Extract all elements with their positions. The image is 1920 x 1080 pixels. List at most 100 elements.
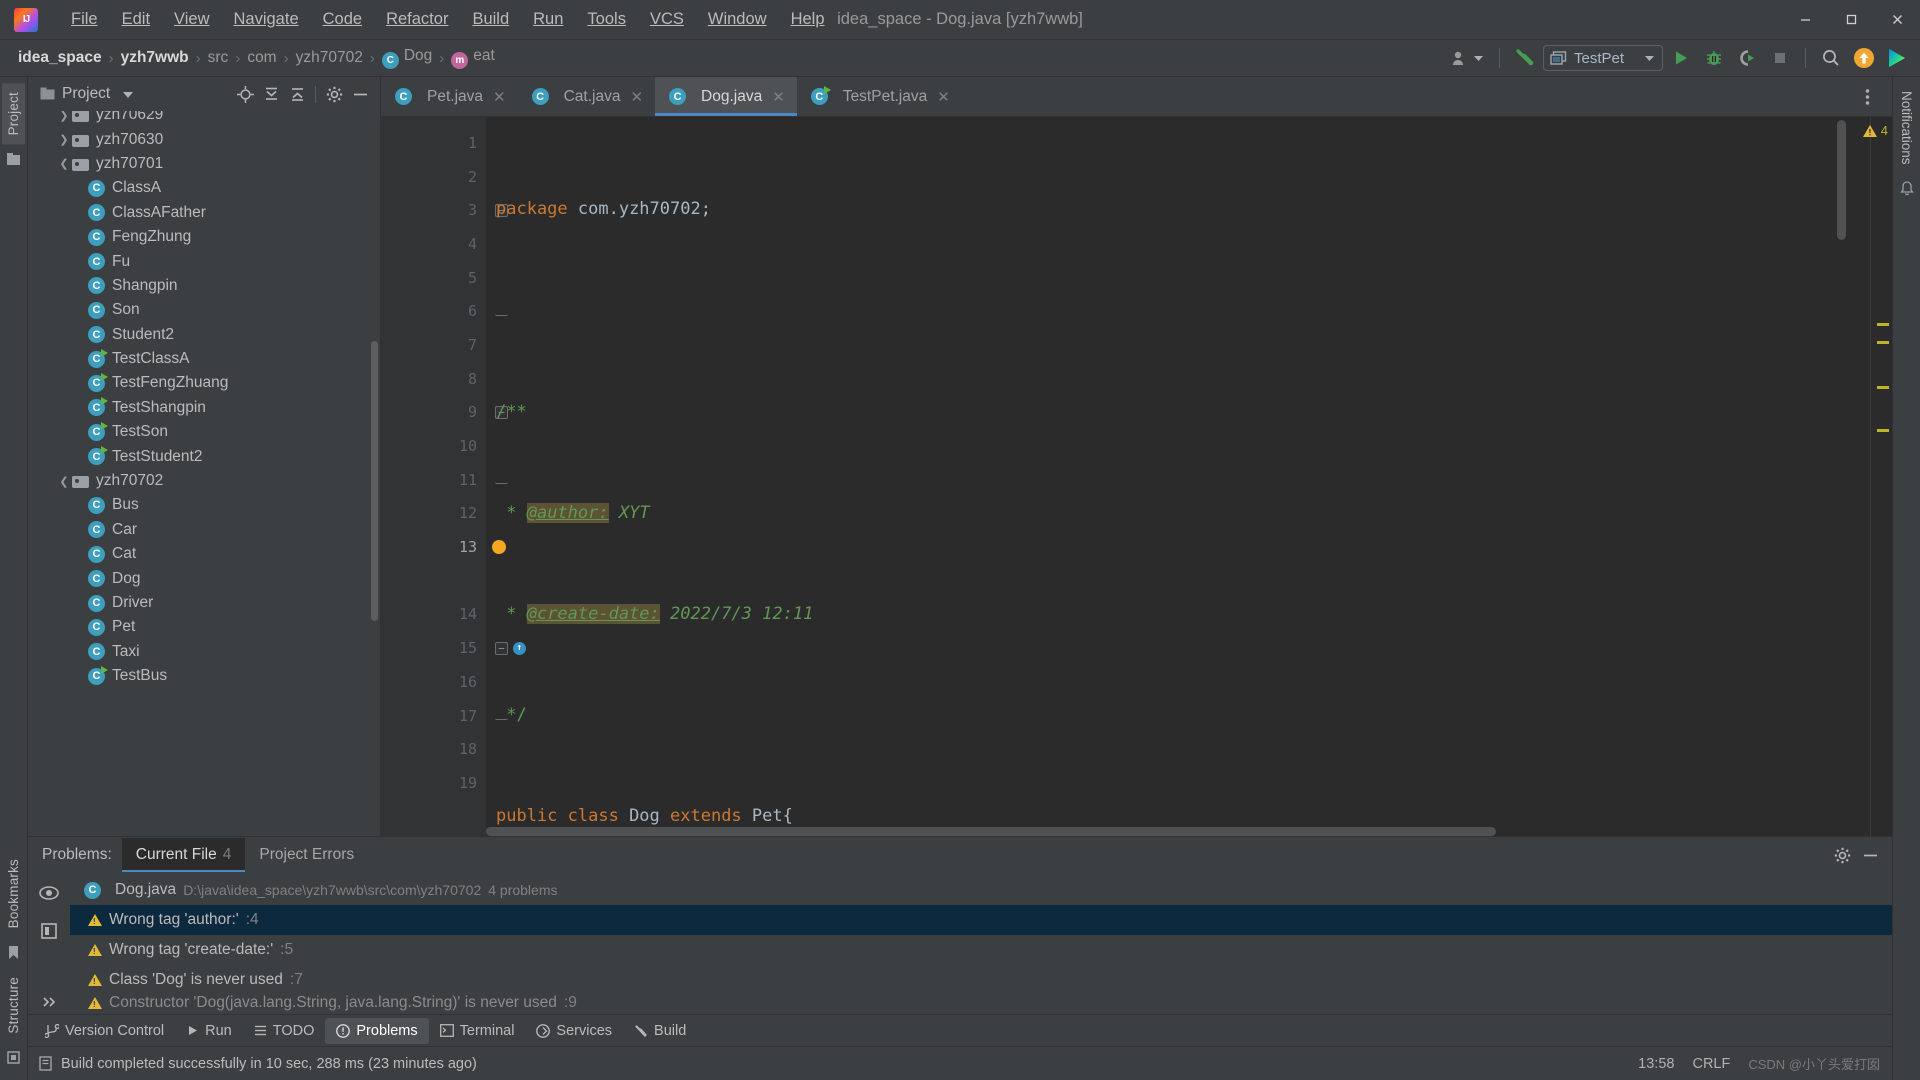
expand-icon[interactable] — [37, 990, 61, 1014]
breadcrumb-item-class[interactable]: C Dog — [378, 45, 436, 71]
code-text[interactable]: package com.yzh70702; /** * @author: XYT… — [486, 117, 1870, 836]
menu-navigate[interactable]: Navigate — [223, 5, 310, 34]
search-icon[interactable] — [1816, 44, 1846, 72]
hide-panel-icon[interactable] — [1858, 843, 1882, 867]
project-tree-scrollbar[interactable] — [371, 341, 378, 621]
settings-icon[interactable] — [322, 82, 346, 106]
chevron-right-icon[interactable]: ❯ — [56, 111, 72, 122]
tab-current-file[interactable]: Current File 4 — [121, 838, 246, 872]
breadcrumb-item-src[interactable]: src — [204, 47, 233, 69]
breadcrumb-item-method[interactable]: m eat — [447, 45, 499, 71]
close-button[interactable] — [1874, 0, 1920, 40]
hide-panel-icon[interactable] — [348, 82, 372, 106]
warning-stripe[interactable] — [1877, 429, 1889, 432]
problem-row[interactable]: Class 'Dog' is never used :7 — [70, 965, 1892, 995]
menu-vcs[interactable]: VCS — [639, 5, 695, 34]
problem-row[interactable]: Wrong tag 'author:' :4 — [70, 905, 1892, 935]
tree-node[interactable]: C TestClassA — [28, 347, 380, 371]
close-icon[interactable]: ✕ — [630, 88, 643, 106]
toolwindow-terminal[interactable]: Terminal — [429, 1018, 526, 1044]
tree-node[interactable]: C ClassA — [28, 176, 380, 200]
settings-icon[interactable] — [1830, 843, 1854, 867]
tree-node[interactable]: C Dog — [28, 566, 380, 590]
inspection-strip[interactable]: 4 — [1862, 117, 1892, 836]
tree-node[interactable]: C Son — [28, 298, 380, 322]
tab-dog-java[interactable]: C Dog.java ✕ — [655, 77, 797, 116]
minimize-button[interactable] — [1782, 0, 1828, 40]
problem-row[interactable]: Wrong tag 'create-date:' :5 — [70, 935, 1892, 965]
locate-icon[interactable] — [233, 82, 257, 106]
sidebar-item-notifications[interactable]: Notifications — [1896, 83, 1917, 173]
open-editor-icon[interactable] — [37, 919, 61, 943]
sidebar-item-bookmarks[interactable]: Bookmarks — [2, 850, 25, 937]
tree-node[interactable]: C TestStudent2 — [28, 444, 380, 468]
preview-icon[interactable] — [37, 881, 61, 905]
warning-stripe[interactable] — [1877, 386, 1889, 389]
more-options-icon[interactable] — [1852, 83, 1882, 111]
tree-node[interactable]: C TestBus — [28, 664, 380, 688]
tree-node[interactable]: C ClassAFather — [28, 201, 380, 225]
chevron-down-icon[interactable]: ❮ — [56, 157, 72, 170]
run-coverage-icon[interactable] — [1732, 44, 1762, 72]
tab-pet-java[interactable]: C Pet.java ✕ — [381, 77, 518, 116]
tree-node[interactable]: C Student2 — [28, 323, 380, 347]
menu-file[interactable]: File — [60, 5, 109, 34]
menu-window[interactable]: Window — [697, 5, 778, 34]
menu-build[interactable]: Build — [461, 5, 520, 34]
hammer-icon[interactable] — [1510, 44, 1540, 72]
tree-node[interactable]: C Shangpin — [28, 274, 380, 298]
sidebar-item-project[interactable]: Project — [2, 83, 25, 145]
breadcrumb-item-project[interactable]: idea_space — [14, 47, 106, 69]
tree-node[interactable]: ❯ yzh70630 — [28, 127, 380, 151]
tree-node[interactable]: C Pet — [28, 615, 380, 639]
breadcrumb-item-package[interactable]: yzh70702 — [292, 47, 367, 69]
tree-node[interactable]: C Cat — [28, 542, 380, 566]
tree-node[interactable]: ❯ yzh70629 — [28, 111, 380, 127]
chevron-down-icon[interactable] — [123, 91, 134, 98]
editor-horizontal-scrollbar[interactable] — [486, 827, 1496, 836]
status-line-separator[interactable]: CRLF — [1692, 1056, 1730, 1072]
toolwindow-problems[interactable]: Problems — [325, 1017, 429, 1044]
menu-run[interactable]: Run — [522, 5, 574, 34]
status-log-icon[interactable] — [38, 1056, 53, 1071]
toolwindow-build[interactable]: Build — [623, 1018, 697, 1044]
problems-file-row[interactable]: C Dog.java D:\java\idea_space\yzh7wwb\sr… — [70, 875, 1892, 905]
tree-node[interactable]: C Driver — [28, 591, 380, 615]
warning-stripe[interactable] — [1877, 341, 1889, 344]
breadcrumb-item-com[interactable]: com — [243, 47, 280, 69]
editor-vertical-scrollbar[interactable] — [1837, 120, 1846, 240]
expand-all-icon[interactable] — [259, 82, 283, 106]
tab-cat-java[interactable]: C Cat.java ✕ — [518, 77, 655, 116]
close-icon[interactable]: ✕ — [937, 88, 950, 106]
close-icon[interactable]: ✕ — [493, 88, 506, 106]
tree-node[interactable]: ❮ yzh70702 — [28, 469, 380, 493]
account-icon[interactable] — [1446, 44, 1489, 72]
menu-help[interactable]: Help — [780, 5, 836, 34]
maximize-button[interactable] — [1828, 0, 1874, 40]
chevron-down-icon[interactable]: ❮ — [56, 475, 72, 488]
menu-edit[interactable]: Edit — [111, 5, 161, 34]
toolwindow-services[interactable]: Services — [525, 1018, 623, 1044]
menu-refactor[interactable]: Refactor — [375, 5, 459, 34]
menu-tools[interactable]: Tools — [576, 5, 637, 34]
tree-node[interactable]: C TestFengZhuang — [28, 371, 380, 395]
tab-project-errors[interactable]: Project Errors — [245, 838, 368, 872]
problem-row[interactable]: Constructor 'Dog(java.lang.String, java.… — [70, 995, 1892, 1011]
tree-node[interactable]: C TestSon — [28, 420, 380, 444]
close-icon[interactable]: ✕ — [772, 88, 785, 106]
collapse-all-icon[interactable] — [285, 82, 309, 106]
menu-code[interactable]: Code — [312, 5, 373, 34]
project-tree[interactable]: ❯ yzh70629 ❯ yzh70630 ❮ yzh70701 C Class… — [28, 111, 380, 836]
sidebar-item-structure[interactable]: Structure — [2, 968, 25, 1043]
stop-icon[interactable] — [1765, 44, 1795, 72]
tree-node[interactable]: C Fu — [28, 249, 380, 273]
code-editor[interactable]: 1 2 3− 4 5 6 7 8 9− 10 11 12 13 14 15 ↑ … — [381, 117, 1892, 836]
editor-gutter[interactable]: 1 2 3− 4 5 6 7 8 9− 10 11 12 13 14 15 ↑ … — [381, 117, 526, 836]
update-icon[interactable] — [1849, 44, 1879, 72]
menu-view[interactable]: View — [163, 5, 220, 34]
breadcrumb-item-module[interactable]: yzh7wwb — [117, 47, 193, 69]
tree-node[interactable]: C Taxi — [28, 640, 380, 664]
warning-stripe[interactable] — [1877, 323, 1889, 326]
toolwindow-todo[interactable]: TODO — [243, 1018, 326, 1044]
tree-node[interactable]: C TestShangpin — [28, 396, 380, 420]
